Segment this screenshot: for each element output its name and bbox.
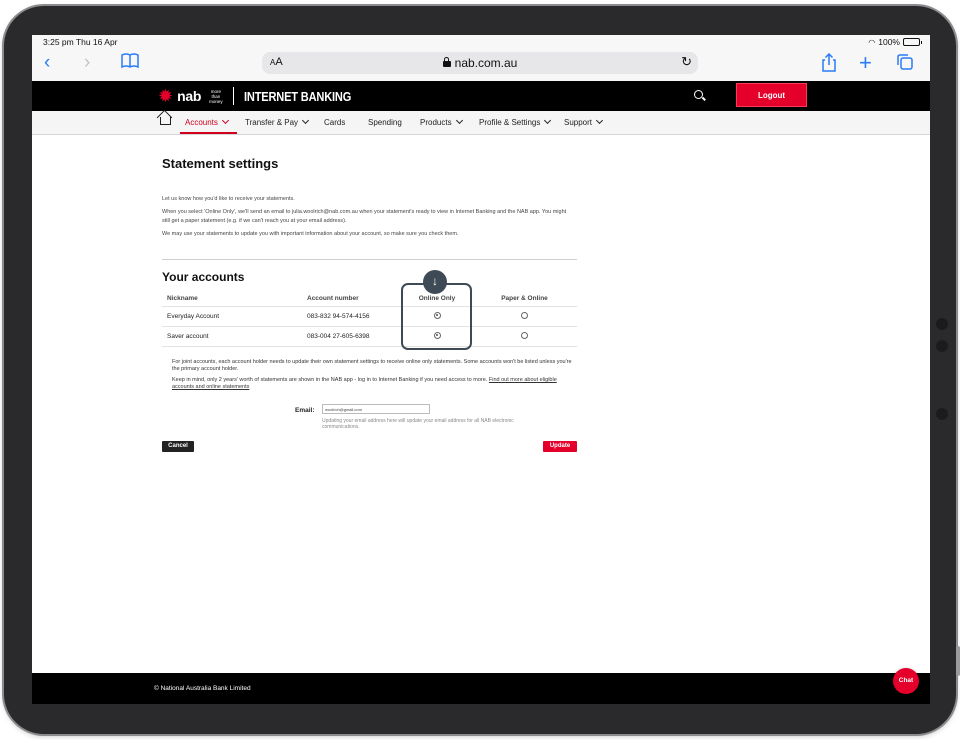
account-nickname: Saver account [162, 326, 307, 347]
nav-item-accounts[interactable]: Accounts [185, 116, 229, 127]
wifi-icon: ◠ [868, 37, 876, 47]
url-text: nab.com.au [454, 56, 518, 70]
nav-item-transfer-pay[interactable]: Transfer & Pay [245, 116, 310, 127]
nav-item-cards[interactable]: Cards [324, 118, 345, 127]
battery-percent: 100% [878, 37, 900, 47]
joint-accounts-note: For joint accounts, each account holder … [172, 359, 572, 372]
hardware-dot [936, 408, 948, 420]
lock-icon [442, 57, 451, 67]
home-icon[interactable] [160, 117, 171, 125]
column-header-paper-online: Paper & Online [472, 291, 577, 307]
volume-button [956, 646, 960, 676]
accounts-title: Your accounts [162, 270, 245, 284]
share-icon[interactable] [821, 52, 837, 78]
logo-text: nab [177, 88, 202, 104]
nab-logo[interactable]: ✹ nab more than money INTERNET BANKING [158, 87, 370, 105]
forward-icon[interactable]: › [84, 53, 90, 73]
column-header-nickname: Nickname [162, 291, 307, 307]
address-bar[interactable]: AA nab.com.au ↻ [262, 52, 698, 74]
status-right: ◠ 100% [868, 37, 922, 47]
search-icon[interactable] [694, 90, 703, 99]
account-nickname: Everyday Account [162, 306, 307, 327]
bookmarks-icon[interactable] [121, 53, 139, 74]
accounts-table: Nickname Account number Online Only Pape… [162, 291, 577, 347]
nav-item-products[interactable]: Products [420, 116, 463, 127]
paper-online-radio-cell [472, 306, 577, 327]
logout-button[interactable]: Logout [736, 83, 807, 107]
account-number: 083-004 27-605-6398 [307, 326, 402, 347]
account-number: 083-832 94-574-4156 [307, 306, 402, 327]
page-title: Statement settings [162, 156, 279, 171]
cancel-button[interactable]: Cancel [162, 441, 194, 452]
logo-divider [232, 87, 234, 105]
main-nav: Accounts Transfer & Pay Cards Spending P… [32, 111, 930, 135]
history-note: Keep in mind, only 2 years' worth of sta… [172, 377, 557, 390]
table-row: Everyday Account 083-832 94-574-4156 [162, 306, 577, 327]
intro-text: Let us know how you'd like to receive yo… [162, 195, 572, 243]
notes: For joint accounts, each account holder … [172, 359, 577, 395]
arrow-down-icon: ↓ [423, 270, 447, 294]
divider [162, 259, 577, 260]
intro-paragraph: When you select 'Online Only', we'll sen… [162, 209, 567, 224]
paper-online-radio[interactable] [521, 331, 528, 339]
table-row: Saver account 083-004 27-605-6398 [162, 326, 577, 347]
email-help-text: Updating your email address here will up… [322, 418, 514, 430]
copyright-text: © National Australia Bank Limited [154, 685, 251, 692]
paper-online-radio[interactable] [521, 311, 528, 319]
screen: 3:25 pm Thu 16 Apr ◠ 100% ‹ › AA nab.com… [32, 35, 930, 704]
nav-item-spending[interactable]: Spending [368, 118, 402, 127]
back-icon[interactable]: ‹ [44, 53, 50, 73]
new-tab-icon[interactable]: + [859, 52, 872, 74]
email-label: Email: [295, 407, 315, 414]
tabs-icon[interactable] [896, 53, 914, 76]
logo-tagline: more than money [209, 88, 223, 104]
email-field[interactable]: woolrich@gmail.com [322, 404, 430, 414]
nab-star-icon: ✹ [158, 86, 174, 106]
nab-header: ✹ nab more than money INTERNET BANKING Log… [32, 81, 930, 111]
intro-paragraph: Let us know how you'd like to receive yo… [162, 196, 295, 202]
paper-online-radio-cell [472, 326, 577, 347]
hardware-dot [936, 318, 948, 330]
footer: © National Australia Bank Limited [32, 673, 930, 704]
battery-icon [903, 38, 922, 46]
reload-icon[interactable]: ↻ [681, 54, 692, 70]
update-button[interactable]: Update [543, 441, 577, 452]
chat-button[interactable]: Chat [893, 668, 919, 694]
nav-active-underline [180, 132, 237, 134]
nav-item-profile-settings[interactable]: Profile & Settings [479, 116, 552, 127]
internet-banking-title: INTERNET BANKING [243, 88, 351, 104]
status-time: 3:25 pm Thu 16 Apr [43, 37, 118, 47]
safari-toolbar: ‹ › AA nab.com.au ↻ + [32, 48, 930, 81]
column-header-account-number: Account number [307, 291, 402, 307]
intro-paragraph: We may use your statements to update you… [162, 231, 459, 237]
nav-item-support[interactable]: Support [564, 116, 604, 127]
hardware-dot [936, 340, 948, 352]
url-display[interactable]: nab.com.au [262, 56, 698, 70]
status-bar: 3:25 pm Thu 16 Apr ◠ 100% [32, 35, 930, 48]
